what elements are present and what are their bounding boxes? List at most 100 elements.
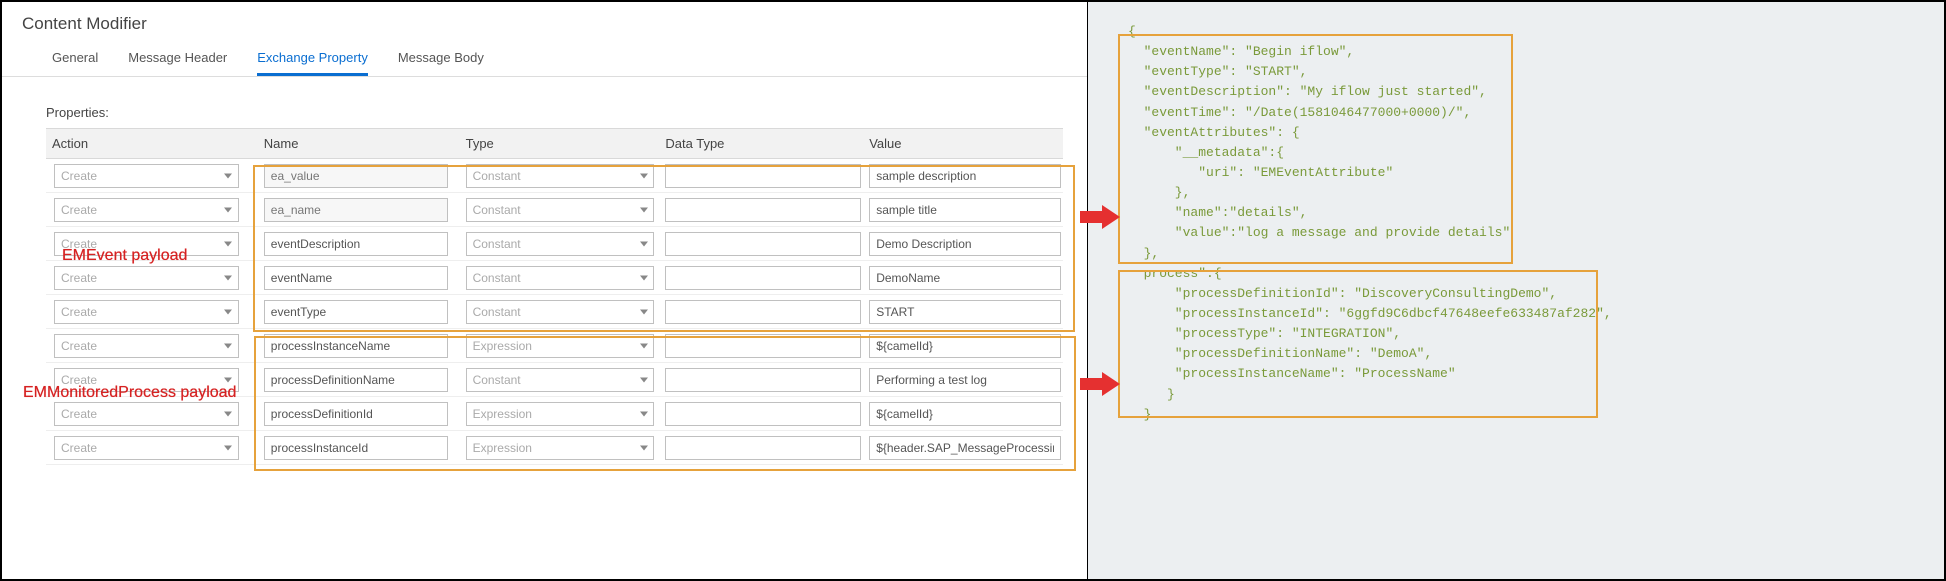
datatype-input[interactable]	[665, 232, 861, 256]
content-modifier-panel: Content Modifier General Message Header …	[2, 2, 1088, 579]
type-input[interactable]	[466, 232, 654, 256]
type-input[interactable]	[466, 402, 654, 426]
name-input[interactable]	[264, 164, 448, 188]
value-input[interactable]	[869, 164, 1061, 188]
action-input[interactable]	[54, 198, 239, 222]
chevron-down-icon	[224, 343, 232, 348]
tab-general[interactable]: General	[52, 44, 98, 76]
action-select[interactable]	[54, 368, 238, 392]
properties-table: Action Name Type Data Type Value	[46, 128, 1063, 465]
tab-message-header[interactable]: Message Header	[128, 44, 227, 76]
name-input[interactable]	[264, 436, 448, 460]
table-row	[46, 295, 1063, 329]
type-input[interactable]	[466, 334, 654, 358]
action-input[interactable]	[54, 232, 239, 256]
chevron-down-icon	[640, 445, 648, 450]
table-row	[46, 227, 1063, 261]
type-select[interactable]	[466, 164, 654, 188]
table-row	[46, 363, 1063, 397]
type-select[interactable]	[466, 436, 654, 460]
datatype-input[interactable]	[665, 266, 861, 290]
type-select[interactable]	[466, 300, 654, 324]
tabs: General Message Header Exchange Property…	[2, 44, 1087, 77]
type-select[interactable]	[466, 402, 654, 426]
action-select[interactable]	[54, 232, 238, 256]
table-row	[46, 431, 1063, 465]
table-row	[46, 329, 1063, 363]
action-input[interactable]	[54, 334, 239, 358]
action-select[interactable]	[54, 436, 238, 460]
chevron-down-icon	[224, 411, 232, 416]
chevron-down-icon	[224, 377, 232, 382]
action-select[interactable]	[54, 266, 238, 290]
chevron-down-icon	[224, 309, 232, 314]
type-select[interactable]	[466, 232, 654, 256]
action-select[interactable]	[54, 334, 238, 358]
properties-label: Properties:	[2, 77, 1087, 128]
name-input[interactable]	[264, 402, 448, 426]
action-input[interactable]	[54, 368, 239, 392]
type-input[interactable]	[466, 368, 654, 392]
value-input[interactable]	[869, 436, 1061, 460]
type-select[interactable]	[466, 368, 654, 392]
action-input[interactable]	[54, 266, 239, 290]
type-input[interactable]	[466, 436, 654, 460]
chevron-down-icon	[640, 241, 648, 246]
type-input[interactable]	[466, 266, 654, 290]
value-input[interactable]	[869, 266, 1061, 290]
type-select[interactable]	[466, 198, 654, 222]
type-input[interactable]	[466, 300, 654, 324]
page-title: Content Modifier	[2, 2, 1087, 44]
chevron-down-icon	[640, 309, 648, 314]
value-input[interactable]	[869, 368, 1061, 392]
value-input[interactable]	[869, 402, 1061, 426]
type-select[interactable]	[466, 334, 654, 358]
type-input[interactable]	[466, 198, 654, 222]
datatype-input[interactable]	[665, 198, 861, 222]
chevron-down-icon	[640, 207, 648, 212]
chevron-down-icon	[640, 173, 648, 178]
value-input[interactable]	[869, 300, 1061, 324]
name-input[interactable]	[264, 198, 448, 222]
table-row	[46, 193, 1063, 227]
col-name: Name	[258, 136, 460, 151]
table-row	[46, 261, 1063, 295]
chevron-down-icon	[640, 275, 648, 280]
action-input[interactable]	[54, 164, 239, 188]
datatype-input[interactable]	[665, 164, 861, 188]
name-input[interactable]	[264, 232, 448, 256]
chevron-down-icon	[224, 275, 232, 280]
tab-message-body[interactable]: Message Body	[398, 44, 484, 76]
datatype-input[interactable]	[665, 402, 861, 426]
chevron-down-icon	[224, 445, 232, 450]
datatype-input[interactable]	[665, 368, 861, 392]
name-input[interactable]	[264, 266, 448, 290]
name-input[interactable]	[264, 368, 448, 392]
chevron-down-icon	[640, 343, 648, 348]
arrow-emprocess	[1080, 372, 1120, 396]
chevron-down-icon	[224, 173, 232, 178]
datatype-input[interactable]	[665, 334, 861, 358]
type-select[interactable]	[466, 266, 654, 290]
chevron-down-icon	[640, 411, 648, 416]
tab-exchange-property[interactable]: Exchange Property	[257, 44, 368, 76]
col-value: Value	[863, 136, 1063, 151]
type-input[interactable]	[466, 164, 654, 188]
datatype-input[interactable]	[665, 300, 861, 324]
value-input[interactable]	[869, 334, 1061, 358]
table-row	[46, 397, 1063, 431]
action-input[interactable]	[54, 402, 239, 426]
value-input[interactable]	[869, 232, 1061, 256]
action-select[interactable]	[54, 402, 238, 426]
action-select[interactable]	[54, 300, 238, 324]
table-header: Action Name Type Data Type Value	[46, 128, 1063, 159]
value-input[interactable]	[869, 198, 1061, 222]
name-input[interactable]	[264, 300, 448, 324]
action-select[interactable]	[54, 198, 238, 222]
json-preview-panel: { "eventName": "Begin iflow", "eventType…	[1088, 2, 1944, 579]
action-select[interactable]	[54, 164, 238, 188]
action-input[interactable]	[54, 436, 239, 460]
action-input[interactable]	[54, 300, 239, 324]
datatype-input[interactable]	[665, 436, 861, 460]
name-input[interactable]	[264, 334, 448, 358]
